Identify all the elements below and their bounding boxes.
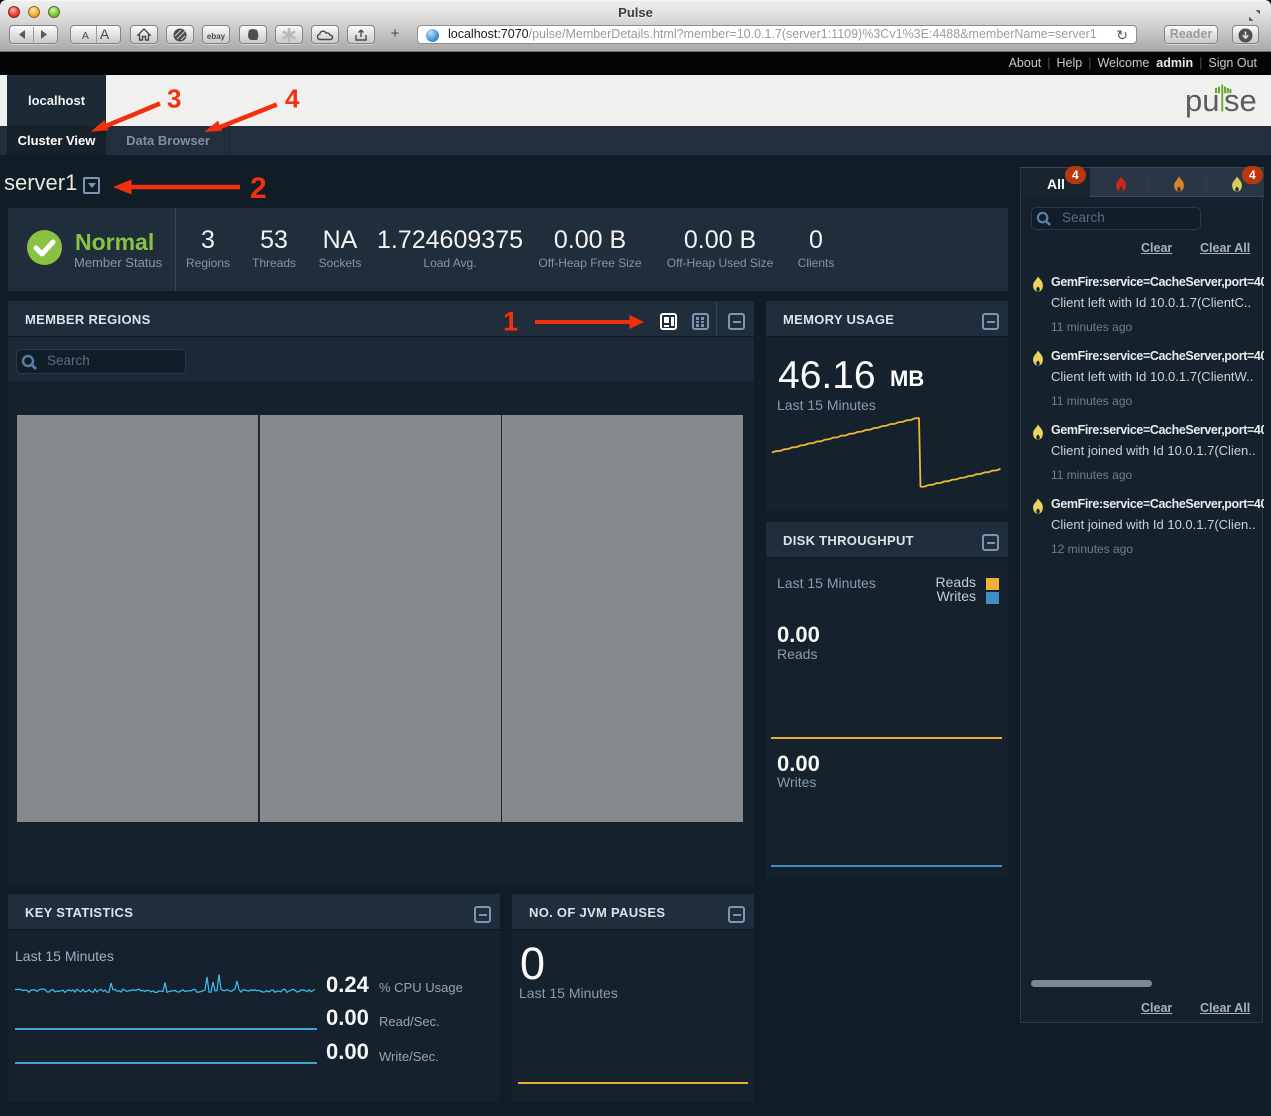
svg-text:pu: pu: [1186, 84, 1219, 118]
svg-text:se: se: [1224, 84, 1257, 118]
